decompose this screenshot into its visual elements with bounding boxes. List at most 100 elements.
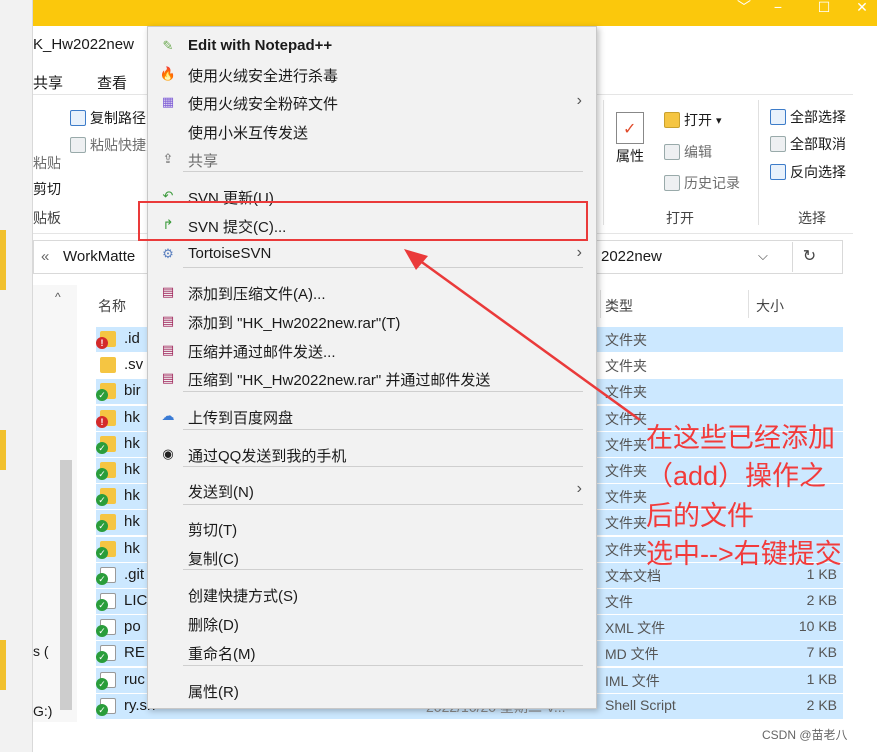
menu-item[interactable]: ✎ Edit with Notepad++ bbox=[148, 32, 596, 60]
file-name: LIC bbox=[124, 592, 148, 609]
file-size: 1 KB bbox=[806, 670, 837, 687]
edit-button[interactable]: 编辑 bbox=[664, 142, 712, 162]
column-header-size[interactable]: 大小 bbox=[756, 296, 784, 316]
svn-normal-overlay-icon: ✓ bbox=[96, 625, 108, 638]
menu-item-label: 使用火绒安全进行杀毒 bbox=[188, 68, 339, 85]
svn-normal-overlay-icon: ✓ bbox=[96, 441, 108, 454]
breadcrumb-left[interactable]: WorkMatte bbox=[63, 248, 135, 265]
menu-item-label: 添加到压缩文件(A)... bbox=[188, 286, 326, 303]
scroll-up-icon[interactable]: ^ bbox=[55, 290, 61, 304]
qq-icon: ◉ bbox=[162, 446, 174, 461]
chevron-right-icon: › bbox=[576, 92, 582, 109]
menu-item[interactable]: ⚙ TortoiseSVN › bbox=[148, 240, 596, 268]
menu-item-label: 使用火绒安全粉碎文件 bbox=[188, 96, 339, 113]
paste-button[interactable]: 粘贴 bbox=[33, 153, 61, 173]
properties-button[interactable]: ✓ 属性 bbox=[616, 112, 644, 166]
menu-item-label: 上传到百度网盘 bbox=[188, 410, 294, 427]
file-type: 文件夹 bbox=[605, 410, 647, 427]
invert-selection-label: 反向选择 bbox=[790, 164, 846, 180]
file-name: hk bbox=[124, 408, 140, 426]
refresh-icon[interactable]: ↻ bbox=[792, 242, 826, 272]
file-name: hk bbox=[124, 513, 140, 531]
menu-separator bbox=[183, 391, 583, 392]
select-none-label: 全部取消 bbox=[790, 136, 846, 152]
file-type: IML 文件 bbox=[605, 672, 660, 689]
menu-item[interactable]: 删除(D) bbox=[148, 609, 596, 637]
cut-button[interactable]: 剪切 bbox=[33, 179, 61, 199]
invert-selection-button[interactable]: 反向选择 bbox=[770, 162, 846, 182]
open-button[interactable]: 打开 ▾ bbox=[664, 110, 722, 130]
menu-item[interactable]: 使用小米互传发送 bbox=[148, 117, 596, 145]
tab-view[interactable]: 查看 bbox=[97, 72, 127, 93]
file-type: 文件夹 bbox=[605, 436, 647, 453]
menu-item[interactable]: 重命名(M) bbox=[148, 638, 596, 666]
chevron-right-icon: › bbox=[576, 244, 582, 261]
select-group-label: 选择 bbox=[798, 210, 826, 226]
maximize-button[interactable]: ☐ bbox=[809, 0, 839, 14]
select-none-icon bbox=[770, 136, 786, 152]
select-all-button[interactable]: 全部选择 bbox=[770, 107, 846, 127]
chevron-right-icon: › bbox=[576, 480, 582, 497]
address-dropdown-icon[interactable]: ⌵ bbox=[758, 248, 768, 264]
file-name: .sv bbox=[124, 356, 144, 374]
properties-icon: ✓ bbox=[616, 112, 644, 144]
svn-normal-overlay-icon: ✓ bbox=[96, 599, 108, 611]
copy-path-button[interactable]: 复制路径 bbox=[70, 108, 146, 128]
menu-item[interactable]: ▤ 添加到压缩文件(A)... bbox=[148, 278, 596, 306]
menu-item-label: TortoiseSVN bbox=[188, 245, 272, 262]
svn-normal-overlay-icon: ✓ bbox=[96, 546, 108, 559]
file-size: 7 KB bbox=[806, 644, 837, 661]
menu-item[interactable]: ▤ 压缩到 "HK_Hw2022new.rar" 并通过邮件发送 bbox=[148, 364, 596, 392]
ribbon-toggle-icon[interactable]: ﹀ bbox=[729, 0, 759, 14]
tab-share[interactable]: 共享 bbox=[33, 72, 63, 93]
select-none-button[interactable]: 全部取消 bbox=[770, 134, 846, 154]
huorong-icon: 🔥 bbox=[159, 66, 177, 81]
file-name: .git bbox=[124, 565, 145, 583]
menu-item-label: 属性(R) bbox=[188, 684, 239, 701]
menu-separator bbox=[183, 665, 583, 666]
menu-separator bbox=[183, 569, 583, 570]
menu-item[interactable]: ⇪ 共享 bbox=[148, 145, 596, 173]
column-header-type[interactable]: 类型 bbox=[605, 296, 633, 316]
menu-item[interactable]: ◉ 通过QQ发送到我的手机 bbox=[148, 440, 596, 468]
nav-item[interactable]: G:) bbox=[33, 703, 52, 719]
file-type: MD 文件 bbox=[605, 646, 659, 663]
close-button[interactable]: ✕ bbox=[847, 0, 877, 14]
file-name: hk bbox=[124, 487, 140, 505]
svn-normal-overlay-icon: ✓ bbox=[96, 703, 108, 716]
menu-item[interactable]: ▦ 使用火绒安全粉碎文件 › bbox=[148, 88, 596, 116]
file-name: .id bbox=[124, 330, 140, 347]
properties-label: 属性 bbox=[616, 148, 644, 164]
file-type: 文件夹 bbox=[605, 358, 647, 375]
menu-separator bbox=[183, 267, 583, 268]
breadcrumb-right[interactable]: 2022new bbox=[601, 248, 662, 265]
menu-item[interactable]: ▤ 压缩并通过邮件发送... bbox=[148, 336, 596, 364]
svn-normal-overlay-icon: ✓ bbox=[96, 677, 108, 690]
open-group-label: 打开 bbox=[666, 210, 694, 226]
folder-icon bbox=[100, 357, 116, 374]
menu-item[interactable]: 属性(R) bbox=[148, 676, 596, 704]
baidu-netdisk-icon: ☁ bbox=[161, 408, 175, 423]
file-type: 文件夹 bbox=[605, 489, 647, 506]
history-button[interactable]: 历史记录 bbox=[664, 173, 740, 193]
minimize-button[interactable]: − bbox=[763, 0, 793, 14]
column-header-name[interactable]: 名称 bbox=[98, 296, 126, 316]
menu-item[interactable]: ▤ 添加到 "HK_Hw2022new.rar"(T) bbox=[148, 307, 596, 335]
column-divider bbox=[600, 290, 601, 318]
menu-item[interactable]: 创建快捷方式(S) bbox=[148, 580, 596, 608]
navigation-scrollbar[interactable] bbox=[60, 460, 72, 710]
menu-item[interactable]: 发送到(N) › bbox=[148, 476, 596, 504]
menu-item[interactable]: ☁ 上传到百度网盘 bbox=[148, 402, 596, 430]
breadcrumb-overflow-icon[interactable]: « bbox=[41, 248, 49, 265]
svn-modified-overlay-icon: ! bbox=[96, 415, 108, 428]
menu-item[interactable]: 剪切(T) bbox=[148, 514, 596, 542]
background-window-strip bbox=[0, 0, 33, 752]
menu-separator bbox=[183, 429, 583, 430]
share-icon: ⇪ bbox=[162, 151, 174, 166]
file-size: 2 KB bbox=[806, 696, 837, 713]
menu-item[interactable]: 🔥 使用火绒安全进行杀毒 bbox=[148, 60, 596, 88]
nav-item[interactable]: s ( bbox=[33, 643, 49, 659]
window-title: K_Hw2022new bbox=[33, 36, 134, 53]
menu-item[interactable]: 复制(C) bbox=[148, 543, 596, 571]
file-type: 文件夹 bbox=[605, 384, 647, 401]
